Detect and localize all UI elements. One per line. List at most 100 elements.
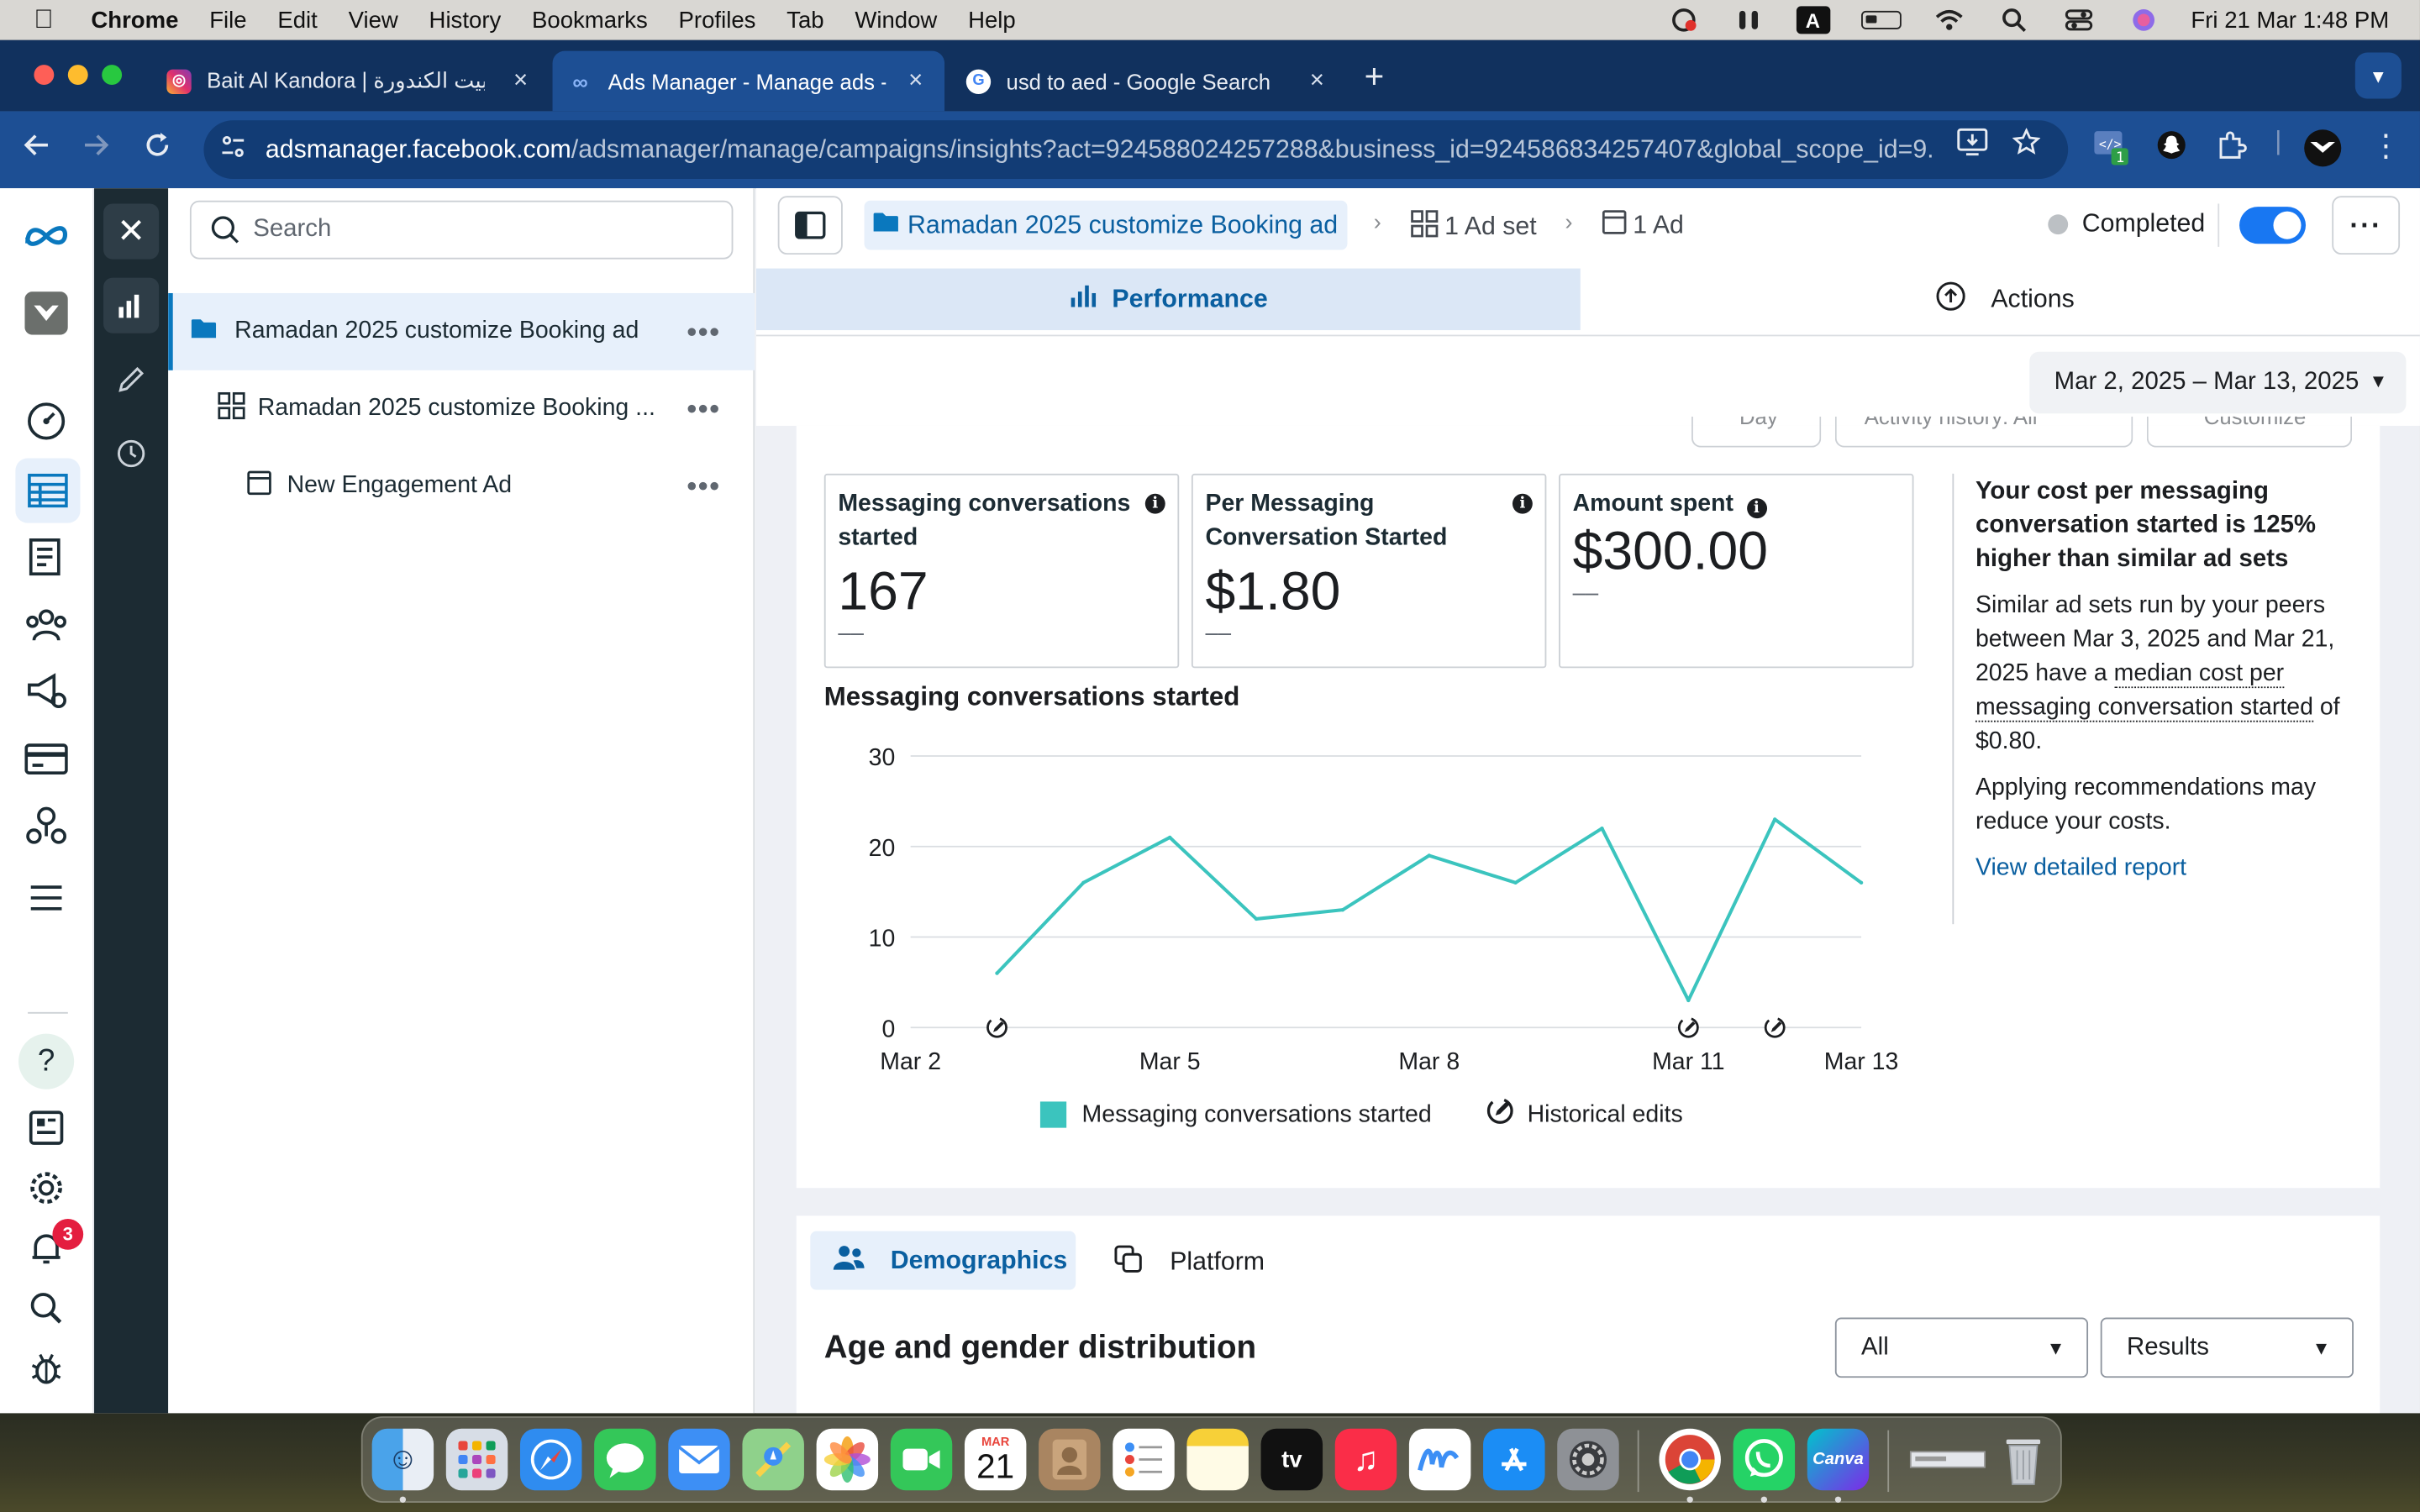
menu-profiles[interactable]: Profiles bbox=[679, 7, 756, 33]
campaigns-table-icon[interactable] bbox=[15, 458, 81, 523]
bookmark-star-icon[interactable] bbox=[2012, 127, 2041, 163]
edit-pencil-icon[interactable] bbox=[103, 352, 159, 407]
more-options-icon[interactable]: ••• bbox=[687, 392, 721, 425]
metric-select-dropdown[interactable]: Results ▼ bbox=[2100, 1317, 2354, 1378]
creative-cloud-icon[interactable] bbox=[1666, 8, 1700, 32]
input-source-icon[interactable]: A bbox=[1796, 6, 1830, 34]
forward-button[interactable] bbox=[81, 129, 112, 170]
close-tab-icon[interactable]: × bbox=[908, 67, 923, 95]
chrome-icon[interactable] bbox=[1659, 1428, 1721, 1491]
photos-icon[interactable] bbox=[816, 1428, 879, 1491]
finder-icon[interactable]: ☺ bbox=[371, 1428, 434, 1491]
apple-tv-icon[interactable]: tv bbox=[1260, 1428, 1323, 1491]
info-icon[interactable]: i bbox=[1144, 493, 1165, 514]
view-detailed-report-link[interactable]: View detailed report bbox=[1975, 852, 2369, 885]
reminders-icon[interactable] bbox=[1113, 1428, 1175, 1491]
tree-row-ad[interactable]: New Engagement Ad ••• bbox=[168, 448, 755, 525]
info-icon[interactable]: i bbox=[1746, 498, 1767, 519]
more-actions-button[interactable]: ··· bbox=[2332, 196, 2401, 255]
activity-history-button[interactable]: Activity history: All bbox=[1834, 416, 2133, 448]
more-options-icon[interactable]: ••• bbox=[687, 316, 721, 349]
historical-edit-marker[interactable] bbox=[1764, 1016, 1786, 1038]
whatsapp-icon[interactable] bbox=[1733, 1428, 1796, 1491]
menu-bookmarks[interactable]: Bookmarks bbox=[532, 7, 648, 33]
tab-performance[interactable]: Performance bbox=[755, 268, 1581, 331]
close-panel-icon[interactable]: ✕ bbox=[103, 203, 160, 260]
tree-search-input[interactable]: Search bbox=[189, 200, 734, 260]
meta-logo-icon[interactable] bbox=[24, 213, 70, 259]
breadcrumb-ad[interactable]: 1 Ad bbox=[1602, 210, 1684, 243]
system-settings-icon[interactable] bbox=[1557, 1428, 1619, 1491]
spotlight-search-icon[interactable] bbox=[1996, 8, 2030, 33]
minimize-window-button[interactable] bbox=[67, 65, 88, 86]
billing-card-icon[interactable] bbox=[24, 736, 70, 782]
metric-card-conversations[interactable]: Messaging conversations started i 167 –– bbox=[823, 473, 1180, 669]
historical-edit-marker[interactable] bbox=[986, 1016, 1007, 1038]
tab-bait-al-kandora[interactable]: ◎ Bait Al Kandora | بيت الكندورة (… × bbox=[151, 51, 550, 112]
maps-icon[interactable] bbox=[742, 1428, 804, 1491]
freeform-icon[interactable] bbox=[1408, 1428, 1471, 1491]
close-tab-icon[interactable]: × bbox=[1310, 67, 1324, 95]
menu-file[interactable]: File bbox=[209, 7, 246, 33]
extensions-puzzle-icon[interactable] bbox=[2217, 129, 2248, 168]
tree-row-adset[interactable]: Ramadan 2025 customize Booking ... ••• bbox=[168, 370, 755, 448]
breakdown-day-button[interactable]: Day bbox=[1691, 416, 1822, 448]
trash-icon[interactable] bbox=[1992, 1429, 2054, 1490]
reload-button[interactable] bbox=[142, 129, 173, 170]
tab-actions[interactable]: Actions bbox=[1935, 281, 2075, 319]
all-tools-menu-icon[interactable] bbox=[24, 874, 70, 921]
history-clock-icon[interactable] bbox=[103, 426, 159, 481]
conversations-line-chart[interactable]: 0 10 20 30 Mar 2 Mar 5 Mar 8 Mar 11 Mar 13 bbox=[824, 728, 1935, 1099]
business-avatar[interactable] bbox=[24, 290, 70, 336]
menubar-clock[interactable]: Fri 21 Mar 1:48 PM bbox=[2191, 7, 2389, 33]
wifi-icon[interactable] bbox=[1932, 8, 1965, 32]
menu-edit[interactable]: Edit bbox=[277, 7, 317, 33]
site-info-icon[interactable] bbox=[219, 132, 247, 167]
messages-icon[interactable] bbox=[594, 1428, 656, 1491]
reports-icon[interactable] bbox=[24, 533, 70, 580]
menu-app-chrome[interactable]: Chrome bbox=[91, 7, 178, 33]
more-options-icon[interactable]: ••• bbox=[687, 470, 721, 502]
menu-tab[interactable]: Tab bbox=[786, 7, 823, 33]
contacts-icon[interactable] bbox=[1039, 1428, 1101, 1491]
mail-icon[interactable] bbox=[668, 1428, 730, 1491]
tab-platform[interactable]: Platform bbox=[1114, 1245, 1265, 1280]
business-tools-icon[interactable] bbox=[24, 802, 70, 848]
minimized-window-thumbnail[interactable] bbox=[1906, 1429, 1989, 1490]
gender-filter-dropdown[interactable]: All ▼ bbox=[1834, 1317, 2089, 1378]
chrome-menu-icon[interactable]: ⋮ bbox=[2370, 127, 2402, 165]
menu-window[interactable]: Window bbox=[855, 7, 937, 33]
facetime-icon[interactable] bbox=[890, 1428, 953, 1491]
siri-icon[interactable] bbox=[2126, 8, 2160, 32]
info-icon[interactable]: i bbox=[1512, 493, 1533, 514]
control-center-icon[interactable] bbox=[2061, 8, 2095, 32]
tab-search-chevron-icon[interactable]: ▾ bbox=[2354, 52, 2402, 99]
calendar-icon[interactable]: MAR 21 bbox=[964, 1428, 1027, 1491]
toggle-sidebar-button[interactable] bbox=[777, 196, 843, 255]
menu-help[interactable]: Help bbox=[968, 7, 1016, 33]
close-tab-icon[interactable]: × bbox=[513, 67, 528, 95]
zoom-window-button[interactable] bbox=[102, 65, 123, 86]
apple-icon[interactable]:  bbox=[34, 5, 65, 36]
address-bar[interactable]: adsmanager.facebook.com/adsmanager/manag… bbox=[203, 120, 2069, 180]
extension-code-icon[interactable]: </> 1 bbox=[2093, 129, 2133, 177]
new-tab-button[interactable]: + bbox=[1365, 57, 1385, 97]
audiences-icon[interactable] bbox=[24, 601, 70, 648]
airpods-icon[interactable] bbox=[1731, 8, 1765, 32]
launchpad-icon[interactable] bbox=[445, 1428, 508, 1491]
music-icon[interactable]: ♫ bbox=[1334, 1428, 1397, 1491]
tab-demographics[interactable]: Demographics bbox=[810, 1231, 1076, 1290]
ads-megaphone-icon[interactable] bbox=[24, 668, 70, 714]
menu-history[interactable]: History bbox=[429, 7, 502, 33]
settings-gear-icon[interactable] bbox=[24, 1165, 70, 1211]
news-feed-icon[interactable] bbox=[24, 1105, 70, 1151]
breadcrumb-adset[interactable]: 1 Ad set bbox=[1411, 210, 1537, 245]
close-window-button[interactable] bbox=[34, 65, 55, 86]
profile-avatar[interactable] bbox=[2302, 128, 2343, 176]
report-bug-icon[interactable] bbox=[24, 1346, 70, 1392]
tree-row-campaign[interactable]: Ramadan 2025 customize Booking ad ••• bbox=[168, 292, 755, 370]
metric-card-cost-per-conversation[interactable]: Per Messaging Conversation Started i $1.… bbox=[1191, 473, 1547, 669]
canva-icon[interactable]: Canva bbox=[1807, 1428, 1870, 1491]
historical-edit-marker[interactable] bbox=[1677, 1016, 1699, 1038]
battery-icon[interactable] bbox=[1860, 10, 1902, 29]
